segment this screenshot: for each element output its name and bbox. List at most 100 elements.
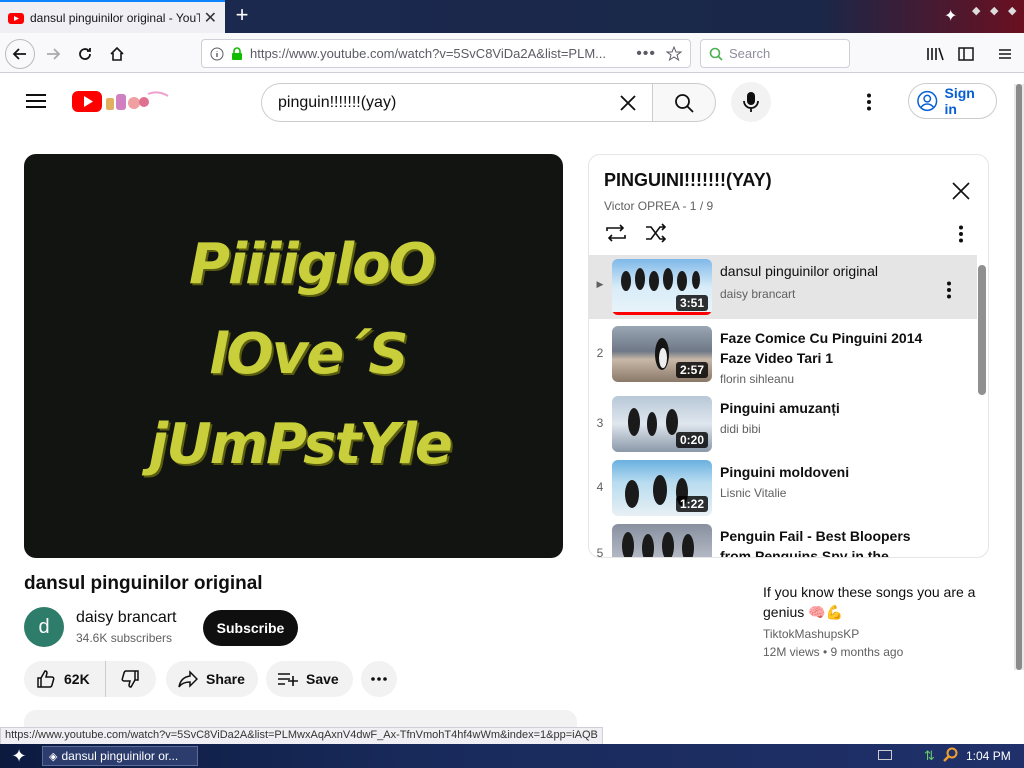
video-overlay-line-1: PiiiigloO (189, 232, 436, 297)
taskbar-window-label: dansul pinguinilor or... (61, 749, 179, 763)
youtube-search-input[interactable]: pinguin!!!!!!!(yay) (261, 83, 653, 122)
info-icon[interactable] (210, 47, 224, 61)
forward-arrow-icon (47, 48, 61, 60)
video-thumbnail: 2:57 (612, 326, 712, 382)
video-thumbnail: 0:20 (612, 396, 712, 452)
browser-tab[interactable]: dansul pinguinilor original - YouTube ✕ (0, 0, 225, 33)
playlist-item-channel: Lisnic Vitalie (720, 486, 787, 500)
library-icon (927, 47, 944, 61)
playlist-title[interactable]: PINGUINI!!!!!!!(YAY) (604, 170, 772, 191)
thumb-down-icon (121, 670, 139, 688)
guide-menu-button[interactable] (26, 93, 46, 109)
magnifier-icon (943, 747, 958, 762)
taskbar-window-button[interactable]: ◈ dansul pinguinilor or... (42, 746, 198, 766)
playlist-item-title: Penguin Fail - Best Bloopers from Pengui… (720, 528, 911, 557)
shuffle-playlist-button[interactable] (644, 223, 668, 243)
save-label: Save (306, 671, 339, 687)
library-button[interactable] (920, 39, 950, 69)
minimize-icon[interactable]: ◆ (972, 4, 980, 17)
recommended-video-title[interactable]: If you know these songs you are a genius… (763, 582, 983, 622)
playlist-item[interactable]: ▶ 3:51 dansul pinguinilor original daisy… (589, 255, 977, 319)
sign-in-button[interactable]: Sign in (908, 83, 997, 119)
sidebar-button[interactable] (951, 39, 981, 69)
start-button[interactable]: ✦ (4, 745, 34, 767)
maximize-icon[interactable]: ◆ (990, 4, 998, 17)
playlist-item-index: 5 (596, 546, 604, 557)
thumb-up-icon (37, 670, 55, 688)
channel-avatar[interactable]: d (24, 607, 64, 647)
microphone-icon (743, 92, 759, 112)
search-tray-button[interactable] (943, 747, 959, 763)
share-icon (178, 670, 198, 688)
forward-button[interactable] (38, 39, 68, 69)
hamburger-icon (999, 49, 1011, 59)
playlist-subtitle: Victor OPREA - 1 / 9 (604, 199, 714, 213)
playlist-menu-button[interactable] (958, 225, 964, 243)
close-window-icon[interactable]: ◆ (1008, 4, 1016, 17)
new-tab-button[interactable]: + (232, 4, 252, 27)
reload-button[interactable] (70, 39, 100, 69)
penguins-thumbnail-icon (622, 532, 694, 557)
playlist-add-icon (278, 673, 298, 686)
settings-menu-button[interactable] (866, 93, 872, 111)
playlist-item[interactable]: 2 2:57 Faze Comice Cu Pinguini 2014 Faze… (589, 322, 977, 386)
channel-name[interactable]: daisy brancart (76, 609, 177, 627)
network-tray-icon[interactable]: ⇅ (924, 748, 935, 764)
share-button[interactable]: Share (166, 661, 258, 697)
playlist-item-title: Pinguini amuzanți (720, 400, 840, 416)
url-bar[interactable]: https://www.youtube.com/watch?v=5SvC8ViD… (201, 39, 691, 68)
url-text: https://www.youtube.com/watch?v=5SvC8ViD… (250, 46, 606, 61)
keyboard-tray-icon[interactable] (878, 750, 892, 760)
playlist-item-menu-button[interactable] (946, 281, 952, 299)
loop-playlist-button[interactable] (604, 223, 628, 243)
video-duration: 0:20 (675, 432, 708, 448)
like-dislike-group: 62K (24, 661, 156, 697)
extension-star-icon[interactable]: ✦ (944, 6, 957, 26)
page-scrollbar-thumb[interactable] (1016, 84, 1022, 670)
clear-search-icon[interactable] (619, 94, 637, 112)
close-icon (952, 182, 970, 200)
video-duration: 1:22 (675, 496, 708, 512)
playlist-item[interactable]: 3 0:20 Pinguini amuzanți didi bibi (589, 392, 977, 456)
app-menu-button[interactable] (990, 39, 1020, 69)
video-thumbnail: 3:51 (612, 259, 712, 315)
more-vert-icon (959, 225, 963, 243)
video-overlay-line-3: jUmPstYle (149, 412, 453, 477)
search-button[interactable] (652, 83, 716, 122)
subscribe-button[interactable]: Subscribe (203, 610, 298, 646)
playlist-scrollbar[interactable] (978, 265, 986, 395)
page-scrollbar[interactable] (1014, 84, 1024, 670)
like-count: 62K (64, 671, 90, 687)
lock-icon[interactable] (230, 46, 244, 61)
dislike-button[interactable] (106, 661, 154, 697)
playlist-item[interactable]: 4 1:22 Pinguini moldoveni Lisnic Vitalie (589, 456, 977, 520)
browser-search-input[interactable]: Search (700, 39, 850, 68)
tab-title: dansul pinguinilor original - YouTube (30, 10, 200, 25)
youtube-logo[interactable] (72, 88, 172, 114)
video-duration: 2:57 (675, 362, 708, 378)
search-engine-icon (709, 47, 723, 61)
like-button[interactable]: 62K (24, 661, 106, 697)
video-player[interactable]: PiiiigloO lOve´S jUmPstYle (24, 154, 563, 558)
search-placeholder: Search (729, 46, 771, 61)
home-button[interactable] (102, 39, 132, 69)
voice-search-button[interactable] (731, 82, 771, 122)
repeat-icon (606, 224, 626, 242)
close-playlist-button[interactable] (951, 181, 971, 201)
video-thumbnail (612, 524, 712, 557)
share-label: Share (206, 671, 245, 687)
playlist-item-index: 2 (596, 346, 604, 360)
close-tab-icon[interactable]: ✕ (204, 8, 217, 28)
page-actions-icon[interactable]: ••• (636, 45, 656, 63)
save-button[interactable]: Save (266, 661, 353, 697)
back-button[interactable] (5, 39, 35, 69)
recommended-video-channel[interactable]: TiktokMashupsKP (763, 627, 859, 641)
playlist-item-channel: daisy brancart (720, 287, 796, 301)
more-actions-button[interactable] (361, 661, 397, 697)
playlist-item-index: 3 (596, 416, 604, 430)
video-duration: 3:51 (675, 295, 708, 311)
playlist-item[interactable]: 5 Penguin Fail - Best Bloopers from Peng… (589, 520, 977, 557)
subscriber-count: 34.6K subscribers (76, 631, 173, 645)
bookmark-star-icon[interactable] (666, 45, 682, 62)
reload-icon (79, 48, 91, 60)
